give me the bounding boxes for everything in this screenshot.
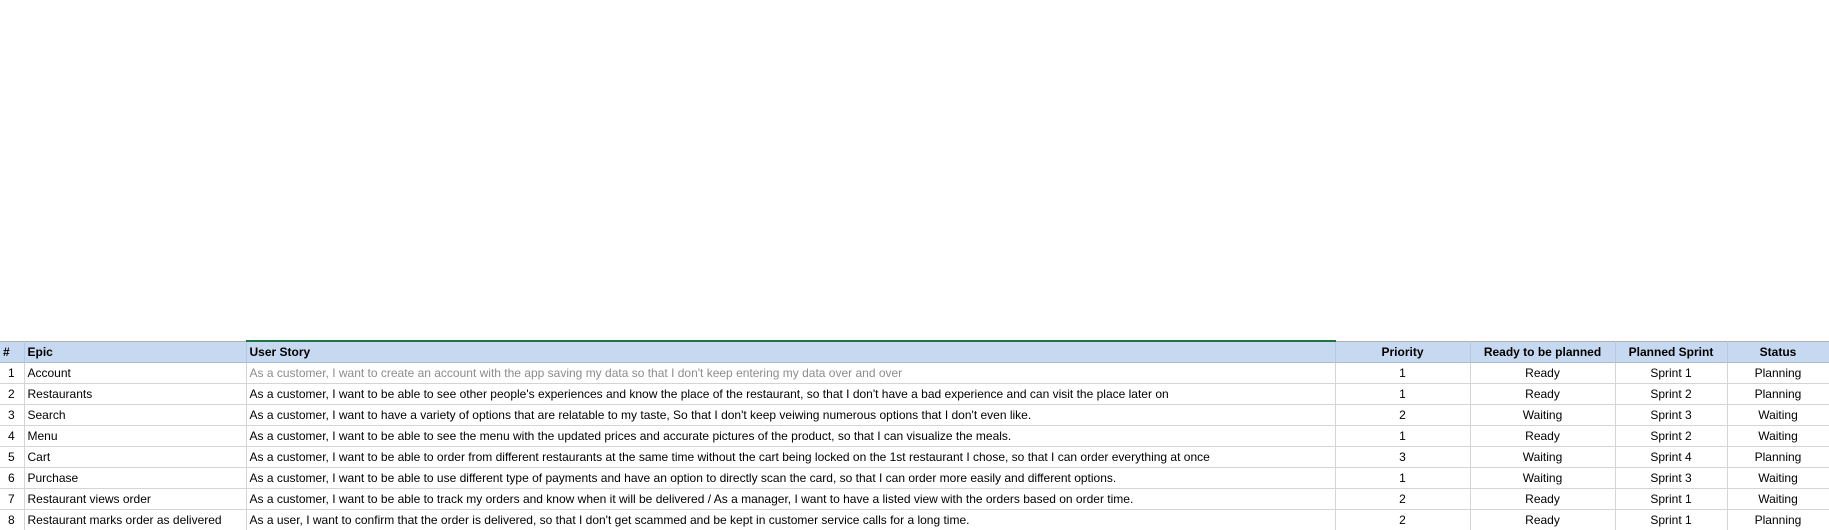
header-num[interactable]: # [0, 341, 25, 363]
cell-epic[interactable]: Purchase [24, 467, 247, 489]
cell-epic[interactable]: Cart [24, 446, 247, 468]
cell-status[interactable]: Waiting [1727, 488, 1829, 510]
cell-user-story[interactable]: As a customer, I want to create an accou… [246, 362, 1336, 384]
cell-status[interactable]: Planning [1727, 362, 1829, 384]
cell-ready[interactable]: Ready [1470, 509, 1616, 530]
cell-epic[interactable]: Restaurant views order [24, 488, 247, 510]
table-row: 5 Cart As a customer, I want to be able … [0, 446, 1829, 468]
cell-user-story[interactable]: As a customer, I want to be able to trac… [246, 488, 1336, 510]
cell-priority[interactable]: 1 [1335, 383, 1471, 405]
cell-epic[interactable]: Restaurants [24, 383, 247, 405]
cell-epic[interactable]: Menu [24, 425, 247, 447]
table-row: 8 Restaurant marks order as delivered As… [0, 509, 1829, 530]
cell-user-story[interactable]: As a customer, I want to be able to orde… [246, 446, 1336, 468]
header-planned-sprint[interactable]: Planned Sprint [1615, 341, 1728, 363]
cell-priority[interactable]: 2 [1335, 509, 1471, 530]
cell-status[interactable]: Planning [1727, 446, 1829, 468]
cell-ready[interactable]: Ready [1470, 362, 1616, 384]
cell-status[interactable]: Planning [1727, 383, 1829, 405]
header-status[interactable]: Status [1727, 341, 1829, 363]
cell-user-story[interactable]: As a user, I want to confirm that the or… [246, 509, 1336, 530]
cell-planned-sprint[interactable]: Sprint 1 [1615, 509, 1728, 530]
cell-planned-sprint[interactable]: Sprint 1 [1615, 362, 1728, 384]
table-row: 3 Search As a customer, I want to have a… [0, 404, 1829, 426]
cell-user-story[interactable]: As a customer, I want to have a variety … [246, 404, 1336, 426]
cell-num[interactable]: 6 [0, 467, 25, 489]
header-priority[interactable]: Priority [1335, 341, 1471, 363]
header-epic[interactable]: Epic [24, 341, 247, 363]
header-row: # Epic User Story Priority Ready to be p… [0, 340, 1829, 363]
header-user-story[interactable]: User Story [246, 340, 1336, 363]
cell-status[interactable]: Waiting [1727, 404, 1829, 426]
cell-planned-sprint[interactable]: Sprint 2 [1615, 425, 1728, 447]
cell-ready[interactable]: Ready [1470, 383, 1616, 405]
cell-planned-sprint[interactable]: Sprint 1 [1615, 488, 1728, 510]
cell-ready[interactable]: Waiting [1470, 467, 1616, 489]
cell-planned-sprint[interactable]: Sprint 2 [1615, 383, 1728, 405]
cell-ready[interactable]: Ready [1470, 425, 1616, 447]
cell-user-story[interactable]: As a customer, I want to be able to use … [246, 467, 1336, 489]
table-row: 1 Account As a customer, I want to creat… [0, 362, 1829, 384]
backlog-table: # Epic User Story Priority Ready to be p… [0, 340, 1829, 530]
cell-ready[interactable]: Waiting [1470, 404, 1616, 426]
cell-ready[interactable]: Ready [1470, 488, 1616, 510]
cell-priority[interactable]: 1 [1335, 425, 1471, 447]
cell-user-story[interactable]: As a customer, I want to be able to see … [246, 383, 1336, 405]
cell-status[interactable]: Waiting [1727, 467, 1829, 489]
cell-status[interactable]: Planning [1727, 509, 1829, 530]
cell-user-story[interactable]: As a customer, I want to be able to see … [246, 425, 1336, 447]
cell-epic[interactable]: Restaurant marks order as delivered [24, 509, 247, 530]
cell-epic[interactable]: Account [24, 362, 247, 384]
table-row: 4 Menu As a customer, I want to be able … [0, 425, 1829, 447]
cell-priority[interactable]: 3 [1335, 446, 1471, 468]
cell-epic[interactable]: Search [24, 404, 247, 426]
cell-num[interactable]: 4 [0, 425, 25, 447]
header-ready[interactable]: Ready to be planned [1470, 341, 1616, 363]
cell-priority[interactable]: 2 [1335, 488, 1471, 510]
cell-num[interactable]: 2 [0, 383, 25, 405]
cell-planned-sprint[interactable]: Sprint 3 [1615, 404, 1728, 426]
backlog-sheet: # Epic User Story Priority Ready to be p… [0, 340, 1829, 530]
cell-num[interactable]: 5 [0, 446, 25, 468]
empty-sheet-area[interactable] [0, 0, 1829, 340]
cell-planned-sprint[interactable]: Sprint 4 [1615, 446, 1728, 468]
cell-num[interactable]: 3 [0, 404, 25, 426]
cell-planned-sprint[interactable]: Sprint 3 [1615, 467, 1728, 489]
table-row: 2 Restaurants As a customer, I want to b… [0, 383, 1829, 405]
cell-priority[interactable]: 2 [1335, 404, 1471, 426]
table-row: 7 Restaurant views order As a customer, … [0, 488, 1829, 510]
cell-num[interactable]: 7 [0, 488, 25, 510]
cell-ready[interactable]: Waiting [1470, 446, 1616, 468]
cell-num[interactable]: 1 [0, 362, 25, 384]
cell-priority[interactable]: 1 [1335, 362, 1471, 384]
cell-status[interactable]: Waiting [1727, 425, 1829, 447]
cell-priority[interactable]: 1 [1335, 467, 1471, 489]
cell-num[interactable]: 8 [0, 509, 25, 530]
table-row: 6 Purchase As a customer, I want to be a… [0, 467, 1829, 489]
